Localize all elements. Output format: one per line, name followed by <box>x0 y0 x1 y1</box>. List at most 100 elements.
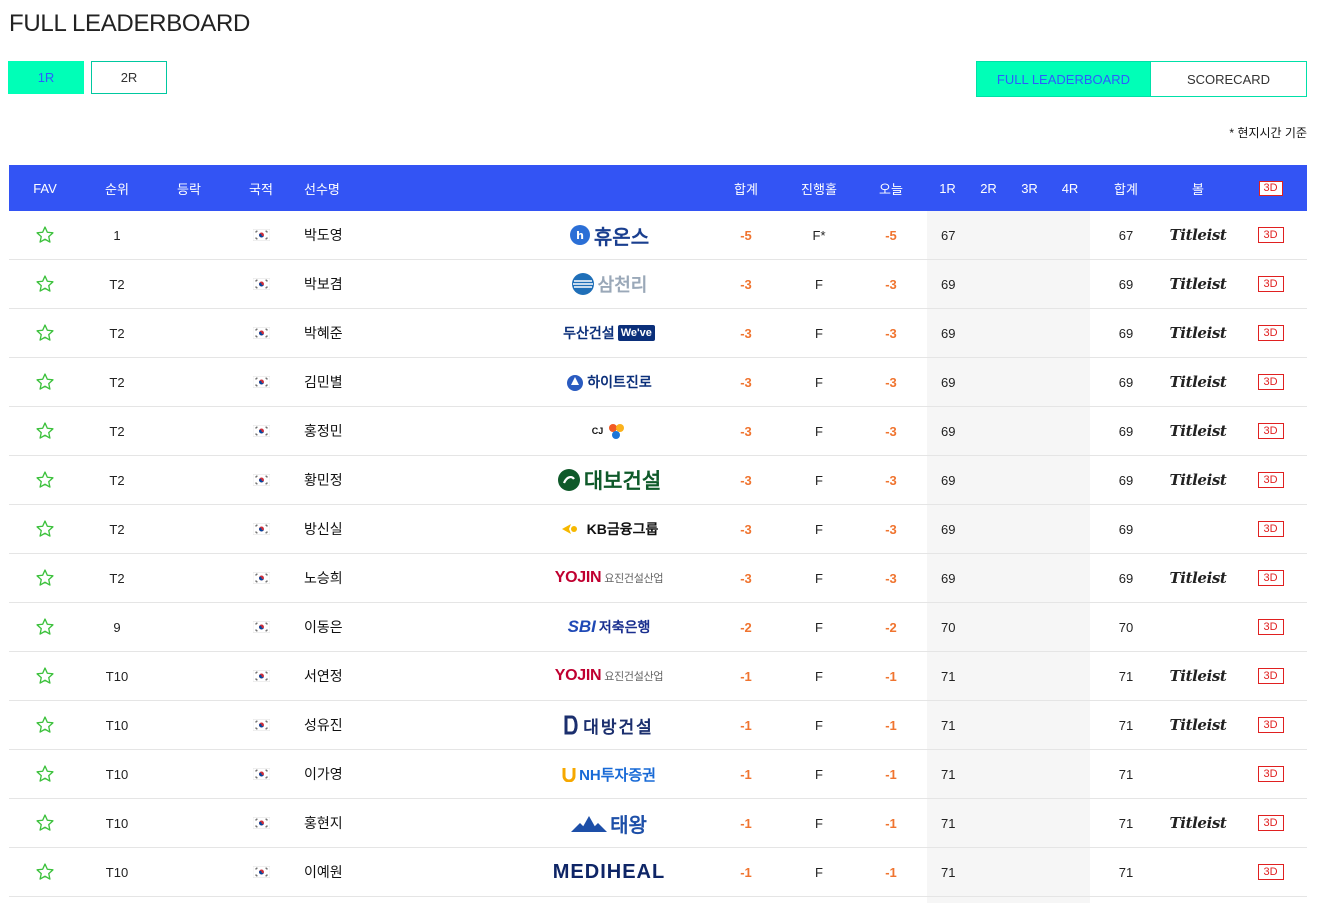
table-row[interactable]: T2 노승희 YOJIN 요진건설산업 -3 F -3 69 69 Titleis… <box>9 554 1307 603</box>
star-outline-icon[interactable] <box>35 519 55 539</box>
table-row[interactable]: T2 홍정민 CJ -3 F -3 69 69 Titleist 3D <box>9 407 1307 456</box>
player-name[interactable]: 홍현지 <box>304 799 424 847</box>
sponsor-cell: 삼천리 <box>529 260 689 308</box>
thru-hole: F <box>815 374 823 390</box>
fav-toggle[interactable] <box>9 211 81 259</box>
star-outline-icon[interactable] <box>35 666 55 686</box>
view-3d-button[interactable]: 3D <box>1257 325 1284 341</box>
player-name[interactable]: 서연정 <box>304 652 424 700</box>
player-name[interactable]: 성유진 <box>304 701 424 749</box>
table-row[interactable]: T2 방신실 KB금융그룹 -3 F -3 69 69 3D <box>9 505 1307 554</box>
star-outline-icon[interactable] <box>35 617 55 637</box>
view-3d-button[interactable]: 3D <box>1257 570 1284 586</box>
fav-toggle[interactable] <box>9 848 81 896</box>
movement-value <box>153 309 225 357</box>
table-row[interactable]: T10 홍현지 태왕 -1 F -1 71 71 Titleist 3D <box>9 799 1307 848</box>
fav-toggle[interactable] <box>9 456 81 504</box>
player-name[interactable]: 황민정 <box>304 456 424 504</box>
player-name[interactable]: 노승희 <box>304 554 424 602</box>
col-r2: 2R <box>980 180 997 196</box>
ball-brand: Titleist <box>1162 554 1234 602</box>
view-3d-button[interactable]: 3D <box>1257 864 1284 880</box>
star-outline-icon[interactable] <box>35 274 55 294</box>
fav-toggle[interactable] <box>9 799 81 847</box>
fav-toggle[interactable] <box>9 407 81 455</box>
star-outline-icon[interactable] <box>35 764 55 784</box>
round2-score <box>968 456 1009 504</box>
ball-brand: Titleist <box>1162 211 1234 259</box>
view-3d-button[interactable]: 3D <box>1257 472 1284 488</box>
player-name[interactable]: 박보겸 <box>304 260 424 308</box>
table-row[interactable]: T10 성유진 대방건설 -1 F -1 71 71 Titleist 3D <box>9 701 1307 750</box>
tab-round-2[interactable]: 2R <box>91 61 167 94</box>
round2-score <box>968 848 1009 896</box>
star-outline-icon[interactable] <box>35 372 55 392</box>
tab-full-leaderboard[interactable]: FULL LEADERBOARD <box>976 61 1151 97</box>
player-name[interactable]: 김민별 <box>304 358 424 406</box>
player-name[interactable]: 이가영 <box>304 750 424 798</box>
table-row[interactable]: T2 김민별 하이트진로 -3 F -3 69 69 Titleist 3D <box>9 358 1307 407</box>
fav-toggle[interactable] <box>9 309 81 357</box>
star-outline-icon[interactable] <box>35 421 55 441</box>
star-outline-icon[interactable] <box>35 568 55 588</box>
view-3d-button[interactable]: 3D <box>1257 717 1284 733</box>
table-row[interactable]: T2 황민정 대보건설 -3 F -3 69 69 Titleist 3D <box>9 456 1307 505</box>
view-3d-cell: 3D <box>1234 652 1307 700</box>
table-row[interactable]: 1 박도영 h 휴온스 -5 F* -5 67 67 Titleist 3D <box>9 211 1307 260</box>
col-r1: 1R <box>939 180 956 196</box>
round1-score: 71 <box>941 815 956 831</box>
table-row[interactable]: T2 박보겸 삼천리 -3 F -3 69 69 Titleist 3D <box>9 260 1307 309</box>
korea-flag-icon <box>252 229 270 241</box>
table-row[interactable]: T10 서연정 YOJIN 요진건설산업 -1 F -1 71 71 Titlei… <box>9 652 1307 701</box>
table-row[interactable]: T10 이예원 MEDIHEAL -1 F -1 71 71 3D <box>9 848 1307 897</box>
star-outline-icon[interactable] <box>35 323 55 343</box>
ball-brand-logo: Titleist <box>1169 422 1227 440</box>
player-name[interactable]: 박도영 <box>304 211 424 259</box>
player-name[interactable]: 홍정민 <box>304 407 424 455</box>
fav-toggle[interactable] <box>9 554 81 602</box>
view-3d-button[interactable]: 3D <box>1257 521 1284 537</box>
view-3d-button[interactable]: 3D <box>1257 227 1284 243</box>
star-outline-icon[interactable] <box>35 715 55 735</box>
total-score: -3 <box>740 325 752 341</box>
view-3d-button[interactable]: 3D <box>1257 276 1284 292</box>
fav-toggle[interactable] <box>9 701 81 749</box>
table-row[interactable]: 9 이동은 SBI 저축은행 -2 F -2 70 70 3D <box>9 603 1307 652</box>
local-time-note: * 현지시간 기준 <box>1229 126 1307 140</box>
view-3d-cell: 3D <box>1234 211 1307 259</box>
fav-toggle[interactable] <box>9 505 81 553</box>
view-3d-button[interactable]: 3D <box>1257 619 1284 635</box>
fav-toggle[interactable] <box>9 603 81 651</box>
fav-toggle[interactable] <box>9 260 81 308</box>
korea-flag-icon <box>252 278 270 290</box>
fav-toggle[interactable] <box>9 358 81 406</box>
star-outline-icon[interactable] <box>35 862 55 882</box>
fav-toggle[interactable] <box>9 750 81 798</box>
tab-round-1[interactable]: 1R <box>8 61 84 94</box>
star-outline-icon[interactable] <box>35 470 55 490</box>
sponsor-logo-yojin: YOJIN 요진건설산업 <box>554 569 664 586</box>
fav-toggle[interactable] <box>9 652 81 700</box>
sponsor-cell: NH투자증권 <box>529 750 689 798</box>
view-3d-cell: 3D <box>1234 505 1307 553</box>
view-3d-button[interactable]: 3D <box>1257 815 1284 831</box>
view-3d-button[interactable]: 3D <box>1257 423 1284 439</box>
view-3d-button[interactable]: 3D <box>1257 668 1284 684</box>
view-3d-button[interactable]: 3D <box>1257 374 1284 390</box>
table-row[interactable]: T2 박혜준 두산건설 We've -3 F -3 69 69 Titleist … <box>9 309 1307 358</box>
table-row[interactable]: T10 이가영 NH투자증권 -1 F -1 71 71 3D <box>9 750 1307 799</box>
star-outline-icon[interactable] <box>35 225 55 245</box>
player-name[interactable]: 방신실 <box>304 505 424 553</box>
round3-score <box>1009 750 1050 798</box>
today-score: -3 <box>885 423 897 439</box>
round4-score <box>1050 407 1090 455</box>
view-3d-button[interactable]: 3D <box>1257 766 1284 782</box>
sponsor-cell: KB금융그룹 <box>529 505 689 553</box>
tab-scorecard[interactable]: SCORECARD <box>1151 61 1307 97</box>
player-name[interactable]: 박혜준 <box>304 309 424 357</box>
thru-hole: F <box>815 570 823 586</box>
player-name[interactable]: 이예원 <box>304 848 424 896</box>
movement-value <box>153 603 225 651</box>
player-name[interactable]: 이동은 <box>304 603 424 651</box>
star-outline-icon[interactable] <box>35 813 55 833</box>
